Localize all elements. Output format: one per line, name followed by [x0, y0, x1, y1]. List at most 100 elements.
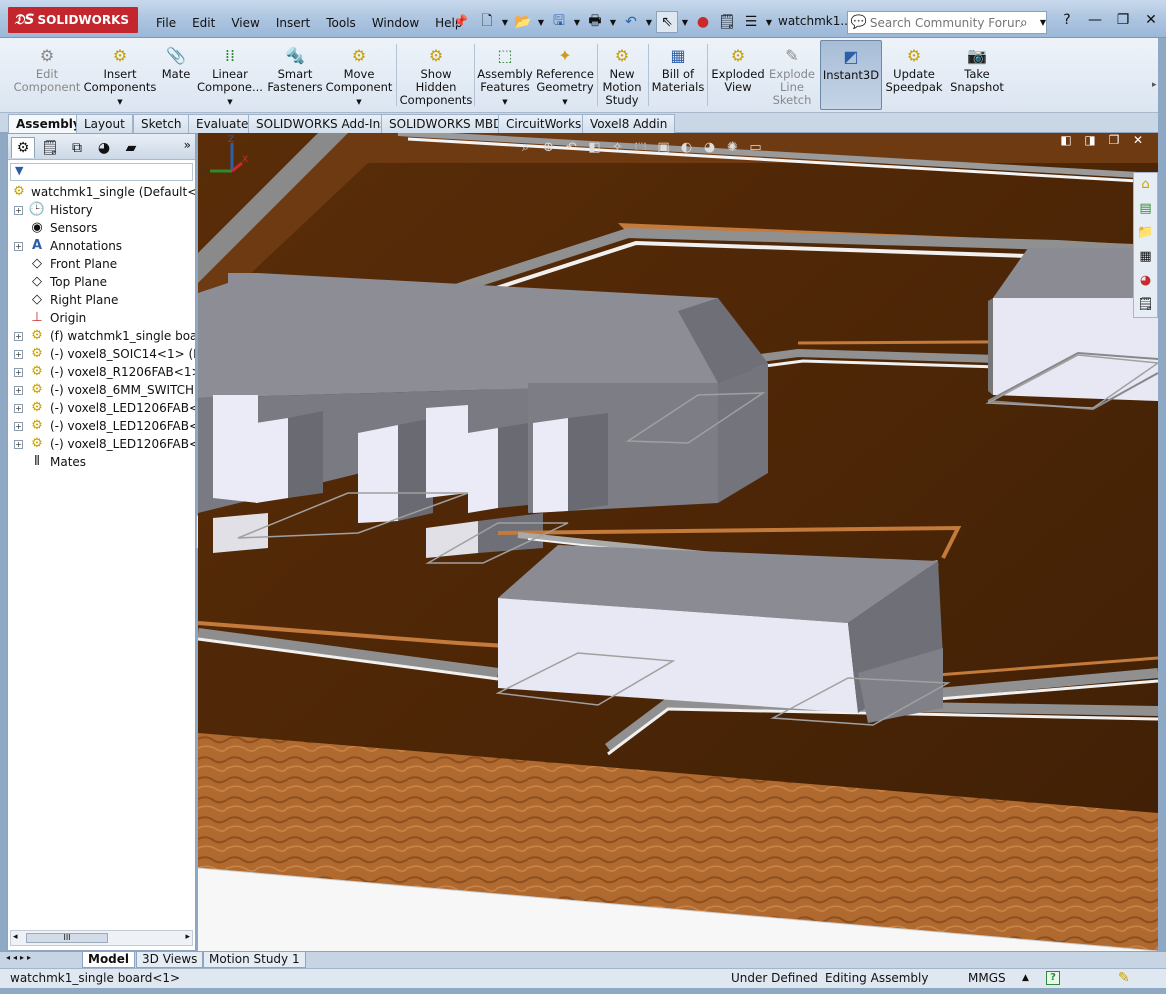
hide-show-items-icon[interactable]: ◐ [677, 139, 696, 157]
instant3d-button[interactable]: ◩ Instant3D [820, 40, 882, 110]
options-dropdown-icon[interactable]: ▼ [764, 18, 774, 27]
tree-item-component[interactable]: + ⚙ (f) watchmk1_single board< [8, 327, 195, 345]
tab-sketch[interactable]: Sketch [133, 114, 190, 133]
linear-component-pattern-button[interactable]: ⁞⁞ Linear Compone... ▼ [197, 40, 263, 110]
previous-window-icon[interactable]: ◧ [1058, 133, 1074, 147]
expand-icon[interactable]: + [14, 440, 23, 449]
apply-scene-icon[interactable]: ✺ [723, 139, 742, 157]
tab-model[interactable]: Model [82, 952, 136, 968]
status-units[interactable]: MMGS [968, 969, 1006, 988]
dynamic-annotation-icon[interactable]: ✧ [608, 139, 627, 157]
exploded-view-button[interactable]: ⚙ Exploded View [710, 40, 766, 110]
tab-motion-study-1[interactable]: Motion Study 1 [203, 952, 306, 968]
menu-view[interactable]: View [223, 13, 267, 33]
tree-item-origin[interactable]: ⊥ Origin [8, 309, 195, 327]
tree-item-history[interactable]: + 🕒 History [8, 201, 195, 219]
tree-item-component[interactable]: + ⚙ (-) voxel8_LED1206FAB<1> [8, 399, 195, 417]
solidworks-logo[interactable]: 𝔇S SOLIDWORKS [8, 7, 138, 33]
move-component-button[interactable]: ⚙ Move Component ▼ [326, 40, 393, 110]
save-icon[interactable]: 🖫 [548, 11, 570, 33]
zoom-to-fit-icon[interactable]: ⌕ [516, 139, 535, 157]
quick-tips-help-icon[interactable]: ? [1046, 971, 1060, 985]
options-icon[interactable]: ☰ [740, 11, 762, 33]
zoom-to-area-icon[interactable]: ⊕ [539, 139, 558, 157]
tab-layout[interactable]: Layout [76, 114, 133, 133]
tree-filter[interactable]: ▼ [10, 163, 193, 181]
property-manager-tab-icon[interactable]: 🗒 [38, 137, 62, 158]
tree-item-annotations[interactable]: + A Annotations [8, 237, 195, 255]
viewport-close-icon[interactable]: ✕ [1130, 133, 1146, 147]
file-properties-icon[interactable]: 🗒 [716, 11, 738, 33]
minimize-icon[interactable]: — [1086, 12, 1104, 28]
reference-geometry-button[interactable]: ✦ Reference Geometry ▼ [534, 40, 596, 110]
solidworks-resources-icon[interactable]: ⌂ [1134, 173, 1157, 197]
expand-icon[interactable]: + [14, 350, 23, 359]
tree-item-component[interactable]: + ⚙ (-) voxel8_LED1206FAB<3> [8, 435, 195, 453]
edit-component-button[interactable]: ⚙ Edit Component [12, 40, 82, 110]
expand-icon[interactable]: + [14, 368, 23, 377]
display-manager-tab-icon[interactable]: ◕ [92, 137, 116, 158]
feature-manager-tab-icon[interactable]: ⚙ [11, 137, 35, 158]
configuration-manager-tab-icon[interactable]: ⧉ [65, 137, 89, 158]
mate-button[interactable]: 📎 Mate [158, 40, 194, 110]
bill-of-materials-button[interactable]: ▦ Bill of Materials [652, 40, 705, 110]
tree-item-top-plane[interactable]: ◇ Top Plane [8, 273, 195, 291]
new-document-icon[interactable]: 🗋 [476, 11, 498, 33]
tree-item-right-plane[interactable]: ◇ Right Plane [8, 291, 195, 309]
scroll-thumb[interactable]: III [26, 933, 108, 943]
tree-item-component[interactable]: + ⚙ (-) voxel8_6MM_SWITCH<1 [8, 381, 195, 399]
select-dropdown-icon[interactable]: ▼ [680, 18, 690, 27]
undo-dropdown-icon[interactable]: ▼ [644, 18, 654, 27]
tree-item-component[interactable]: + ⚙ (-) voxel8_R1206FAB<1> (De [8, 363, 195, 381]
expand-icon[interactable]: + [14, 404, 23, 413]
undo-icon[interactable]: ↶ [620, 11, 642, 33]
viewport-restore-icon[interactable]: ❐ [1106, 133, 1122, 147]
assembly-features-button[interactable]: ⬚ Assembly Features ▼ [477, 40, 532, 110]
file-explorer-icon[interactable]: 📁 [1134, 221, 1157, 245]
tab-solidworks-mbd[interactable]: SOLIDWORKS MBD [381, 114, 511, 133]
tree-horizontal-scrollbar[interactable]: ◂ III ▸ [10, 930, 193, 946]
tab-3d-views[interactable]: 3D Views [136, 952, 204, 968]
section-view-icon[interactable]: ◧ [585, 139, 604, 157]
tab-voxel8-addin[interactable]: Voxel8 Addin [582, 114, 676, 133]
expand-icon[interactable]: + [14, 242, 23, 251]
search-icon[interactable]: ⌕ [1020, 15, 1040, 31]
tree-root-assembly[interactable]: ⚙ watchmk1_single (Default<Dis [8, 183, 195, 201]
update-speedpak-button[interactable]: ⚙ Update Speedpak [885, 40, 942, 110]
take-snapshot-button[interactable]: 📷 Take Snapshot [946, 40, 1008, 110]
view-palette-icon[interactable]: ▦ [1134, 245, 1157, 269]
open-folder-icon[interactable]: 📂 [512, 11, 534, 33]
next-window-icon[interactable]: ◨ [1082, 133, 1098, 147]
menu-file[interactable]: File [148, 13, 184, 33]
design-library-icon[interactable]: ▤ [1134, 197, 1157, 221]
restore-icon[interactable]: ❐ [1114, 12, 1132, 28]
pin-menu-icon[interactable]: 📌 [453, 14, 468, 30]
scroll-right-icon[interactable]: ▸ [185, 932, 190, 942]
tab-circuitworks[interactable]: CircuitWorks [498, 114, 590, 133]
close-icon[interactable]: ✕ [1142, 12, 1160, 28]
view-settings-icon[interactable]: ▭ [746, 139, 765, 157]
insert-components-button[interactable]: ⚙ Insert Components ▼ [84, 40, 157, 110]
appearances-icon[interactable]: ◕ [1134, 269, 1157, 293]
new-dropdown-icon[interactable]: ▼ [500, 18, 510, 27]
print-dropdown-icon[interactable]: ▼ [608, 18, 618, 27]
menu-edit[interactable]: Edit [184, 13, 223, 33]
view-orientation-icon[interactable]: ⬚ [631, 139, 650, 157]
expand-icon[interactable]: + [14, 332, 23, 341]
display-style-icon[interactable]: ▣ [654, 139, 673, 157]
expand-icon[interactable]: + [14, 386, 23, 395]
tree-item-sensors[interactable]: ◉ Sensors [8, 219, 195, 237]
menu-insert[interactable]: Insert [268, 13, 318, 33]
search-input[interactable] [869, 15, 1020, 30]
smart-fasteners-button[interactable]: 🔩 Smart Fasteners [266, 40, 324, 110]
search-dropdown-icon[interactable]: ▼ [1040, 18, 1046, 27]
help-icon[interactable]: ? [1058, 12, 1076, 28]
menu-window[interactable]: Window [364, 13, 427, 33]
explode-line-sketch-button[interactable]: ✎ Explode Line Sketch [768, 40, 816, 110]
save-dropdown-icon[interactable]: ▼ [572, 18, 582, 27]
tree-item-component[interactable]: + ⚙ (-) voxel8_SOIC14<1> (Defa [8, 345, 195, 363]
menu-tools[interactable]: Tools [318, 13, 364, 33]
tab-scroll-arrows-icon[interactable]: ◂◂▸▸ [6, 953, 34, 962]
expand-icon[interactable]: + [14, 422, 23, 431]
open-dropdown-icon[interactable]: ▼ [536, 18, 546, 27]
